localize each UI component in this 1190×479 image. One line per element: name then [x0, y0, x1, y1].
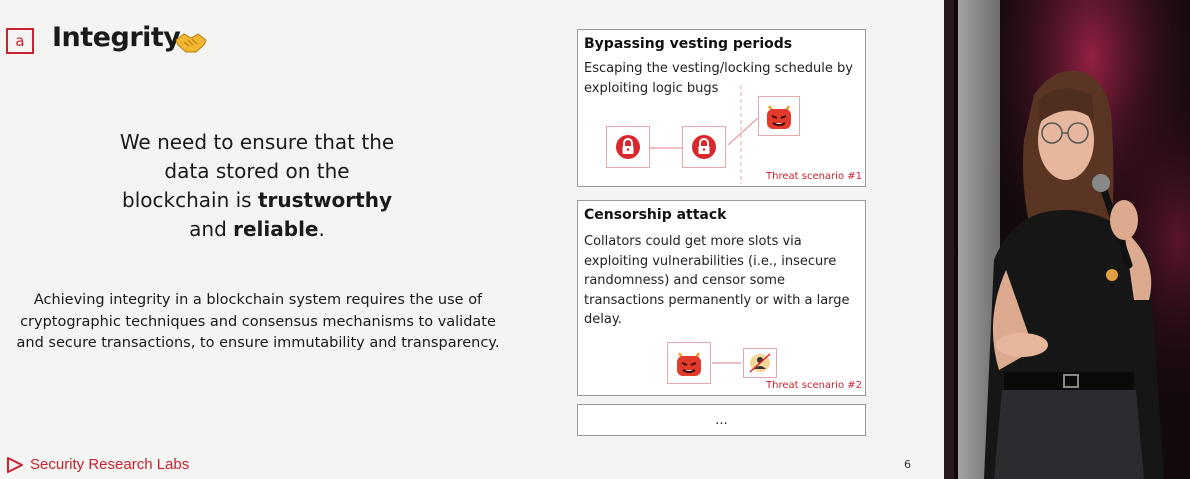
headline-text: blockchain is	[122, 188, 258, 212]
headline-line-4: and reliable.	[60, 215, 454, 244]
censored-user-box	[743, 348, 777, 378]
headline: We need to ensure that the data stored o…	[60, 128, 454, 244]
lock-icon	[692, 135, 716, 159]
headline-line-3: blockchain is trustworthy	[60, 186, 454, 215]
censorship-diagram	[712, 362, 741, 364]
threat-scenario-label: Threat scenario #2	[766, 380, 862, 391]
headline-line-1: We need to ensure that the	[119, 130, 395, 154]
headline-emphasis-trustworthy: trustworthy	[257, 188, 392, 212]
srlabs-logo-icon	[7, 457, 23, 473]
body-paragraph: Achieving integrity in a blockchain syst…	[16, 292, 500, 351]
locked-asset-box-1	[606, 126, 650, 168]
headline-line-2: data stored on the	[164, 159, 350, 183]
presentation-slide: a Integrity We need to ensure that the d…	[0, 0, 944, 479]
headline-text: and	[189, 217, 234, 241]
handshake-icon	[175, 33, 207, 53]
footer-brand: Security Research Labs	[30, 456, 190, 473]
page-number: 6	[904, 458, 911, 471]
censored-user-icon	[749, 353, 771, 373]
section-badge: a	[6, 28, 34, 54]
threat-scenario-label: Threat scenario #1	[766, 171, 862, 182]
attacker-box	[758, 96, 800, 136]
locked-asset-box-2	[682, 126, 726, 168]
lock-icon	[616, 135, 640, 159]
slide-title: Integrity	[52, 22, 181, 53]
devil-icon	[767, 105, 791, 129]
threat-card-censorship: Censorship attack Collators could get mo…	[577, 200, 866, 396]
more-threats-card: ...	[577, 404, 866, 436]
threat-card-vesting: Bypassing vesting periods Escaping the v…	[577, 29, 866, 187]
headline-emphasis-reliable: reliable	[233, 217, 319, 241]
speaker-image	[944, 0, 1190, 479]
headline-text: .	[318, 217, 325, 241]
speaker-video-feed	[944, 0, 1190, 479]
